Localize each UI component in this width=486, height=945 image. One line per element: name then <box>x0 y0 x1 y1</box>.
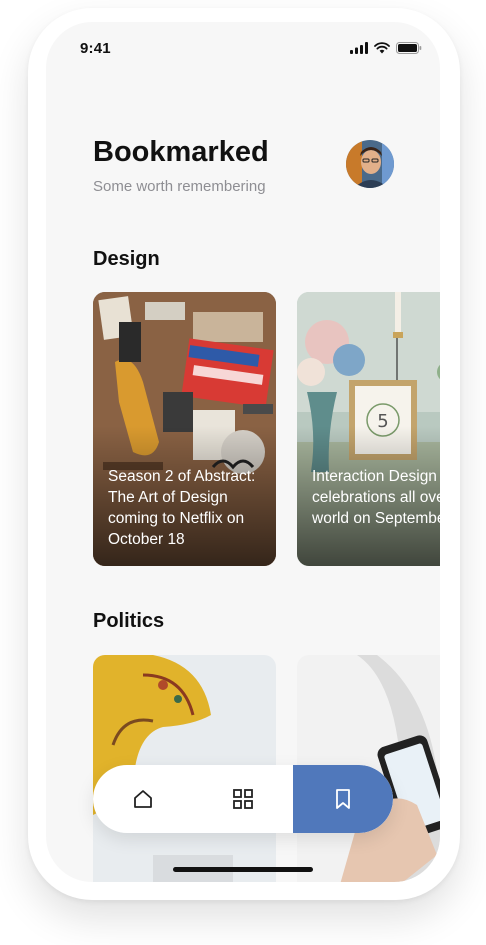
page-subtitle: Some worth remembering <box>93 178 266 195</box>
battery-icon <box>396 42 422 54</box>
wifi-icon <box>374 42 390 54</box>
article-card-ixd-day[interactable]: 5 Interaction Design Day celebrations al… <box>297 292 440 566</box>
tab-bookmark[interactable] <box>293 765 393 833</box>
tab-grid[interactable] <box>193 765 293 833</box>
grid-icon <box>233 789 253 809</box>
bottom-tab-bar <box>93 765 393 833</box>
app-screen: 9:41 Bookmarked Some worth remembering D… <box>46 22 440 882</box>
bookmark-icon <box>336 789 350 809</box>
avatar[interactable] <box>346 140 394 188</box>
home-indicator <box>173 867 313 872</box>
home-icon <box>134 790 152 808</box>
page-title: Bookmarked <box>93 136 269 168</box>
status-bar: 9:41 <box>46 22 440 72</box>
tab-home[interactable] <box>93 765 193 833</box>
status-icons <box>350 42 422 54</box>
card-title: Interaction Design Day celebrations all … <box>312 468 440 527</box>
article-card-abstract[interactable]: Season 2 of Abstract: The Art of Design … <box>93 292 276 566</box>
card-title: Season 2 of Abstract: The Art of Design … <box>108 468 256 548</box>
avatar-photo <box>346 140 394 188</box>
design-card-row: Season 2 of Abstract: The Art of Design … <box>93 292 440 566</box>
section-title-politics: Politics <box>93 610 165 632</box>
section-title-design: Design <box>93 248 160 270</box>
status-time: 9:41 <box>80 40 111 57</box>
signal-icon <box>350 42 368 54</box>
